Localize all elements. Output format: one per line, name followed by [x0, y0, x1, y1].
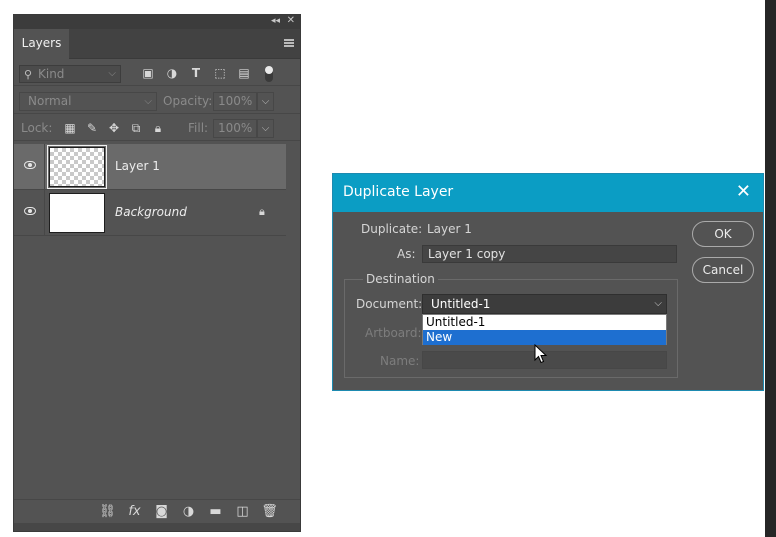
new-layer-icon[interactable]: ◫ [229, 504, 256, 519]
layer-filter-row: ⚲ Kind ⌵ ▣ ◑ T ⬚ ▤ [14, 60, 300, 86]
fill-input[interactable]: 100% [213, 119, 257, 138]
kind-filter-select[interactable]: ⚲ Kind ⌵ [19, 65, 121, 83]
trash-icon[interactable]: 🗑︎ [256, 504, 283, 519]
cancel-button[interactable]: Cancel [692, 257, 754, 283]
close-icon[interactable]: ✕ [736, 181, 751, 202]
duplicate-label: Duplicate: [361, 222, 423, 236]
blend-mode-value: Normal [28, 94, 72, 108]
layer-lock-icon: 🔒︎ [259, 205, 265, 218]
blend-opacity-row: Normal ⌵ Opacity: 100% ⌵ [14, 88, 300, 114]
panel-tab-bar: Layers [14, 29, 300, 59]
chevron-down-icon: ⌵ [144, 96, 152, 107]
dialog-titlebar: Duplicate Layer ✕ [333, 174, 763, 212]
visibility-divider [44, 144, 45, 190]
type-filter-icon[interactable]: T [184, 66, 208, 80]
destination-label: Destination [363, 272, 438, 286]
adjustment-filter-icon[interactable]: ◑ [160, 66, 184, 80]
panel-resize-strip[interactable] [14, 523, 300, 531]
collapse-panel-icon[interactable]: ◂◂ [271, 16, 280, 26]
close-panel-icon[interactable]: ✕ [287, 15, 295, 26]
kind-filter-label: Kind [38, 67, 65, 81]
as-name-input[interactable]: Layer 1 copy [422, 245, 677, 263]
fx-icon[interactable]: fx [121, 504, 148, 519]
opacity-label: Opacity: [163, 94, 213, 108]
lock-fill-row: Lock: ▦ ✎ ✥ ⧉ 🔒︎ Fill: 100% ⌵ [14, 115, 300, 141]
lock-icons: ▦ ✎ ✥ ⧉ 🔒︎ [59, 121, 169, 136]
dialog-title: Duplicate Layer [343, 184, 454, 200]
footer-icons: ⛓ fx ◙ ◑ ▬ ◫ 🗑︎ [94, 504, 283, 519]
canvas-edge-strip [765, 0, 776, 537]
add-mask-icon[interactable]: ◙ [148, 504, 175, 519]
new-group-folder-icon[interactable]: ▬ [202, 504, 229, 519]
fill-dropdown-button[interactable]: ⌵ [257, 119, 274, 138]
pixel-filter-icon[interactable]: ▣ [136, 66, 160, 80]
chevron-down-icon: ⌵ [108, 68, 116, 79]
document-select-value: Untitled-1 [431, 297, 491, 311]
document-select[interactable]: Untitled-1 ⌵ [422, 294, 667, 314]
ok-button[interactable]: OK [692, 221, 754, 247]
mouse-cursor-icon [534, 344, 548, 364]
layers-scrollbar[interactable] [286, 144, 300, 499]
filter-icons: ▣ ◑ T ⬚ ▤ [136, 66, 256, 80]
search-icon: ⚲ [24, 68, 33, 81]
as-label: As: [397, 247, 416, 261]
fill-label: Fill: [188, 121, 209, 135]
panel-menu-icon[interactable] [284, 39, 294, 47]
layer-thumbnail-transparent [47, 145, 107, 189]
eye-icon[interactable] [24, 161, 36, 169]
duplicate-value: Layer 1 [427, 222, 472, 236]
duplicate-layer-dialog: Duplicate Layer ✕ Duplicate: Layer 1 As:… [332, 173, 764, 391]
blend-mode-select[interactable]: Normal ⌵ [19, 92, 157, 111]
document-dropdown-list: Untitled-1 New [422, 314, 667, 345]
name-label: Name: [380, 354, 420, 368]
lock-image-pixels-icon[interactable]: ✎ [81, 121, 103, 136]
layer-name: Background [115, 205, 187, 219]
smart-object-filter-icon[interactable]: ▤ [232, 66, 256, 80]
panel-header-bar: ◂◂ ✕ [14, 15, 300, 29]
layer-name: Layer 1 [115, 159, 160, 173]
layer-row-background[interactable]: Background 🔒︎ [14, 190, 286, 236]
link-layers-icon[interactable]: ⛓ [94, 504, 121, 519]
artboard-label: Artboard: [365, 326, 422, 340]
layer-row-layer-1[interactable]: Layer 1 [14, 144, 286, 190]
opacity-input[interactable]: 100% [213, 92, 257, 111]
lock-transparent-pixels-icon[interactable]: ▦ [59, 121, 81, 136]
layers-panel: ◂◂ ✕ Layers ⚲ Kind ⌵ ▣ ◑ T ⬚ ▤ Normal ⌵ … [13, 14, 301, 532]
dropdown-option-untitled-1[interactable]: Untitled-1 [423, 315, 666, 330]
lock-artboard-icon[interactable]: ⧉ [125, 121, 147, 136]
chevron-down-icon: ⌵ [654, 298, 662, 309]
panel-footer: ⛓ fx ◙ ◑ ▬ ◫ 🗑︎ [14, 499, 300, 523]
eye-icon[interactable] [24, 207, 36, 215]
tab-layers[interactable]: Layers [14, 29, 69, 59]
opacity-dropdown-button[interactable]: ⌵ [257, 92, 274, 111]
filter-toggle-switch[interactable] [265, 66, 273, 82]
layer-thumbnail-white [49, 193, 105, 233]
lock-all-icon[interactable]: 🔒︎ [147, 121, 169, 136]
lock-position-icon[interactable]: ✥ [103, 121, 125, 136]
visibility-divider [44, 190, 45, 236]
dropdown-option-new[interactable]: New [423, 330, 666, 345]
adjustment-layer-icon[interactable]: ◑ [175, 504, 202, 519]
lock-label: Lock: [21, 121, 53, 135]
shape-filter-icon[interactable]: ⬚ [208, 66, 232, 80]
document-label: Document: [356, 297, 423, 311]
